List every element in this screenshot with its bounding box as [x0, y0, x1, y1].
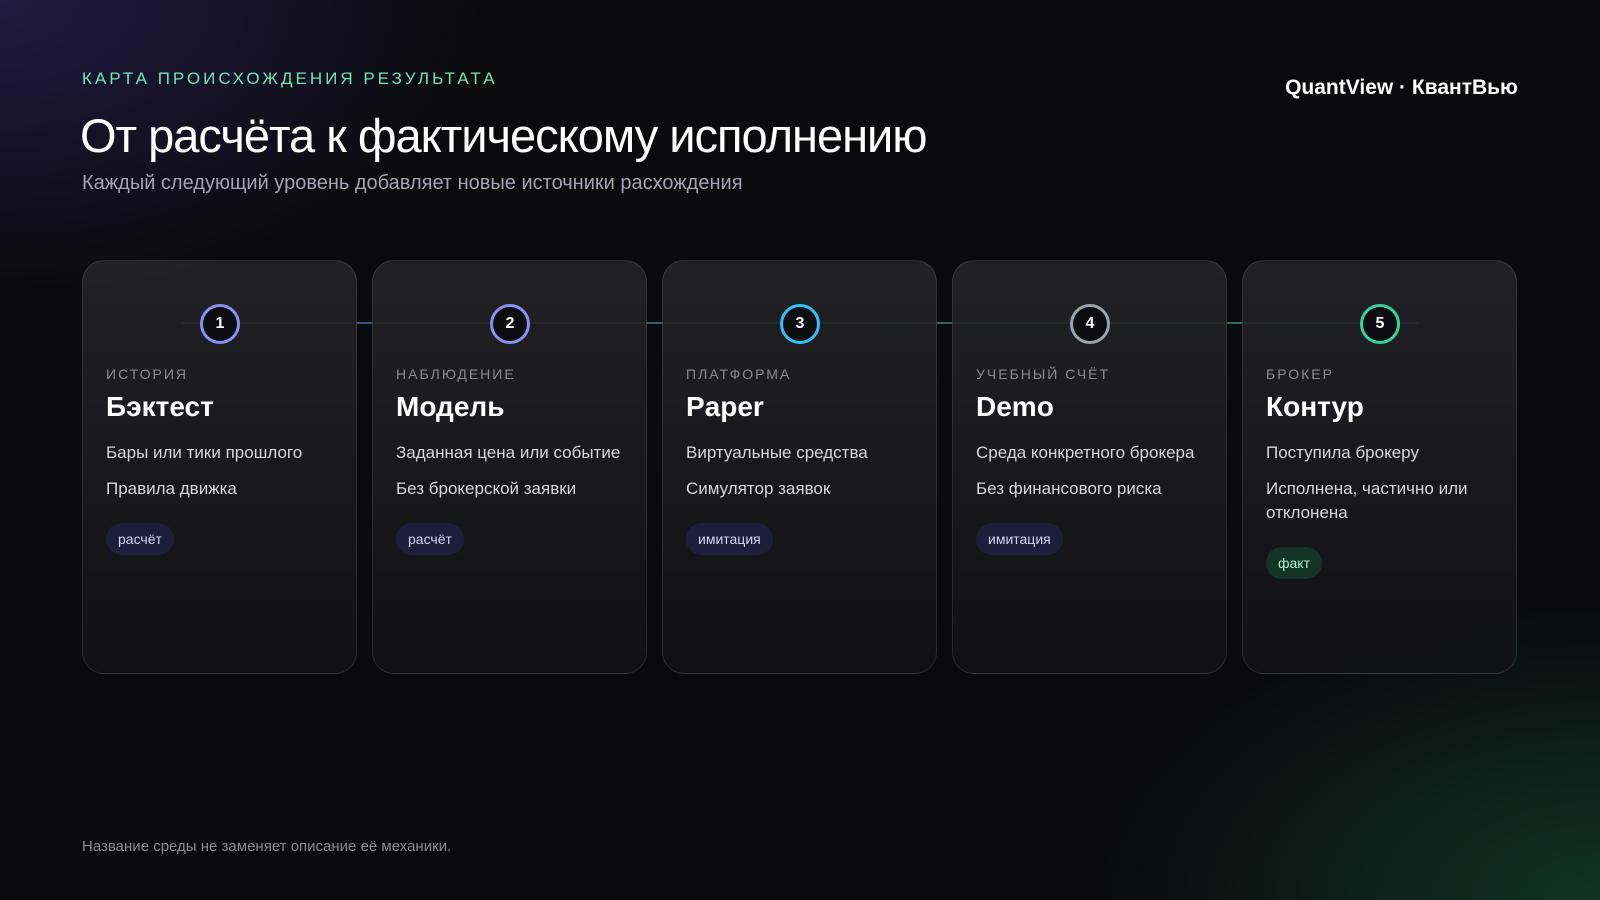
step-number-badge: 5: [1360, 304, 1400, 344]
stage-card-2: 2 НАБЛЮДЕНИЕ Модель Заданная цена или со…: [372, 260, 647, 674]
step-number-badge: 3: [780, 304, 820, 344]
stage-card-1: 1 ИСТОРИЯ Бэктест Бары или тики прошлого…: [82, 260, 357, 674]
stage-tag: расчёт: [106, 523, 174, 555]
step-number-badge: 4: [1070, 304, 1110, 344]
stage-detail: Бары или тики прошлого: [106, 443, 303, 462]
stage-detail: Без финансового риска: [976, 479, 1162, 498]
footnote: Название среды не заменяет описание её м…: [82, 838, 452, 855]
stage-name: Бэктест: [106, 391, 214, 422]
stage-tag: факт: [1266, 547, 1322, 579]
stage-card-5: 5 БРОКЕР Контур Поступила брокеру Исполн…: [1242, 260, 1517, 674]
stage-detail: Правила движка: [106, 479, 237, 498]
stage-tag: имитация: [976, 523, 1063, 555]
stage-detail: Поступила брокеру: [1266, 443, 1419, 462]
page-title: От расчёта к фактическому исполнению: [80, 109, 928, 162]
stage-detail: Виртуальные средства: [686, 443, 868, 462]
eyebrow-label: КАРТА ПРОИСХОЖДЕНИЯ РЕЗУЛЬТАТА: [82, 69, 498, 88]
stage-name: Demo: [976, 391, 1054, 422]
stage-card-3: 3 ПЛАТФОРМА Paper Виртуальные средства С…: [662, 260, 937, 674]
stage-name: Контур: [1266, 391, 1364, 422]
stage-card-4: 4 УЧЕБНЫЙ СЧЁТ Demo Среда конкретного бр…: [952, 260, 1227, 674]
stage-kicker: ПЛАТФОРМА: [686, 366, 792, 382]
stage-tag: имитация: [686, 523, 773, 555]
step-number-badge: 2: [490, 304, 530, 344]
stage-kicker: БРОКЕР: [1266, 366, 1334, 382]
stage-cards: 1 ИСТОРИЯ Бэктест Бары или тики прошлого…: [82, 260, 1518, 674]
brand-logo-text: QuantView · КвантВью: [1285, 76, 1518, 99]
page-subtitle: Каждый следующий уровень добавляет новые…: [82, 172, 743, 194]
stage-detail: Без брокерской заявки: [396, 479, 577, 498]
stage-tag: расчёт: [396, 523, 464, 555]
stage-name: Paper: [686, 391, 764, 422]
stage-detail: Заданная цена или событие: [396, 443, 621, 462]
stage-name: Модель: [396, 391, 505, 422]
stage-detail: Симулятор заявок: [686, 479, 831, 498]
stage-kicker: НАБЛЮДЕНИЕ: [396, 366, 516, 382]
stage-detail: Среда конкретного брокера: [976, 443, 1195, 462]
stage-detail: Исполнена, частично или отклонена: [1266, 479, 1468, 522]
step-number-badge: 1: [200, 304, 240, 344]
stage-kicker: УЧЕБНЫЙ СЧЁТ: [976, 366, 1111, 382]
stage-kicker: ИСТОРИЯ: [106, 366, 189, 382]
